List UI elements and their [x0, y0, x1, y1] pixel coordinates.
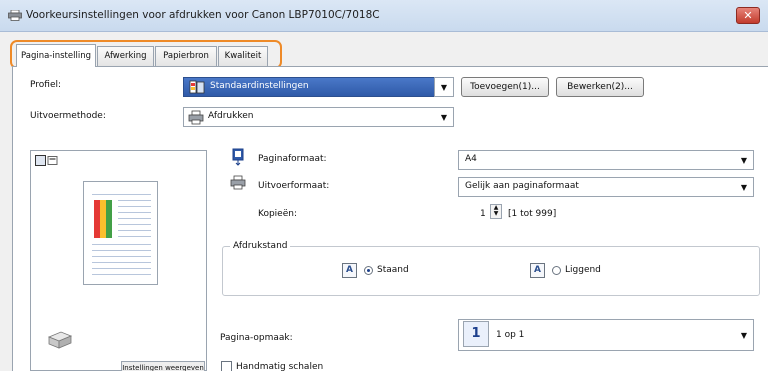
manual-scale-label[interactable]: Handmatig schalen — [236, 362, 323, 371]
portrait-label[interactable]: Staand — [377, 265, 409, 275]
portrait-radio[interactable] — [364, 266, 373, 275]
window-title: Voorkeursinstellingen voor afdrukken voo… — [26, 9, 380, 21]
close-button[interactable]: ✕ — [736, 7, 760, 24]
printer-icon — [188, 110, 204, 125]
page-size-select[interactable]: A4 ▼ — [458, 150, 754, 170]
page-preview-panel: Instellingen weergeven — [30, 150, 207, 371]
tab-quality[interactable]: Kwaliteit — [218, 46, 268, 66]
portrait-icon: A — [342, 263, 357, 278]
view-settings-button[interactable]: Instellingen weergeven — [121, 361, 205, 371]
chevron-down-icon: ▼ — [440, 113, 447, 122]
tab-finishing[interactable]: Afwerking — [97, 46, 154, 66]
profile-label: Profiel: — [30, 80, 62, 90]
page-layout-label: Pagina-opmaak: — [220, 333, 293, 343]
chevron-down-icon: ▼ — [740, 331, 747, 340]
tab-paper-source[interactable]: Papierbron — [155, 46, 217, 66]
manual-scale-checkbox[interactable] — [221, 361, 232, 371]
chevron-down-icon: ▼ — [440, 83, 447, 92]
copies-label: Kopieën: — [258, 209, 297, 219]
profile-select[interactable]: Standaardinstellingen — [183, 77, 435, 97]
landscape-radio[interactable] — [552, 266, 561, 275]
copies-stepper[interactable]: ▲ ▼ — [490, 204, 502, 219]
copies-value[interactable]: 1 — [480, 209, 486, 219]
orientation-group — [222, 246, 760, 296]
color-bars — [94, 200, 112, 238]
output-method-value: Afdrukken — [208, 111, 254, 121]
output-size-value: Gelijk aan paginaformaat — [465, 181, 579, 191]
profile-value: Standaardinstellingen — [210, 81, 309, 91]
printing-preferences-window: Voorkeursinstellingen voor afdrukken voo… — [0, 0, 768, 371]
output-size-select[interactable]: Gelijk aan paginaformaat ▼ — [458, 177, 754, 197]
profile-dropdown-arrow[interactable]: ▼ — [434, 77, 454, 97]
output-method-label: Uitvoermethode: — [30, 111, 106, 121]
page-size-icon — [232, 148, 244, 166]
orientation-legend: Afdrukstand — [230, 241, 291, 251]
page-layout-value: 1 op 1 — [496, 330, 525, 340]
landscape-icon: A — [530, 263, 545, 278]
title-bar: Voorkeursinstellingen voor afdrukken voo… — [0, 0, 768, 32]
chevron-down-icon: ▼ — [740, 156, 747, 165]
printer-device-icon — [47, 331, 73, 349]
page-size-value: A4 — [465, 154, 477, 164]
chevron-down-icon: ▼ — [740, 183, 747, 192]
landscape-label[interactable]: Liggend — [565, 265, 601, 275]
profile-icon — [189, 80, 205, 94]
printer-icon — [8, 10, 22, 21]
preview-view-toggle[interactable] — [35, 155, 59, 170]
tab-page-setup[interactable]: Pagina-instelling — [16, 44, 96, 67]
page-layout-icon: 1 — [463, 321, 489, 347]
output-size-label: Uitvoerformaat: — [258, 181, 330, 191]
view-mode-icon — [35, 155, 58, 166]
copies-range: [1 tot 999] — [508, 209, 557, 219]
preview-page — [83, 181, 158, 285]
output-method-select[interactable]: Afdrukken ▼ — [183, 107, 454, 127]
page-size-label: Paginaformaat: — [258, 154, 327, 164]
add-profile-button[interactable]: Toevoegen(1)... — [461, 77, 549, 97]
edit-profile-button[interactable]: Bewerken(2)... — [556, 77, 644, 97]
output-size-icon — [230, 175, 246, 190]
